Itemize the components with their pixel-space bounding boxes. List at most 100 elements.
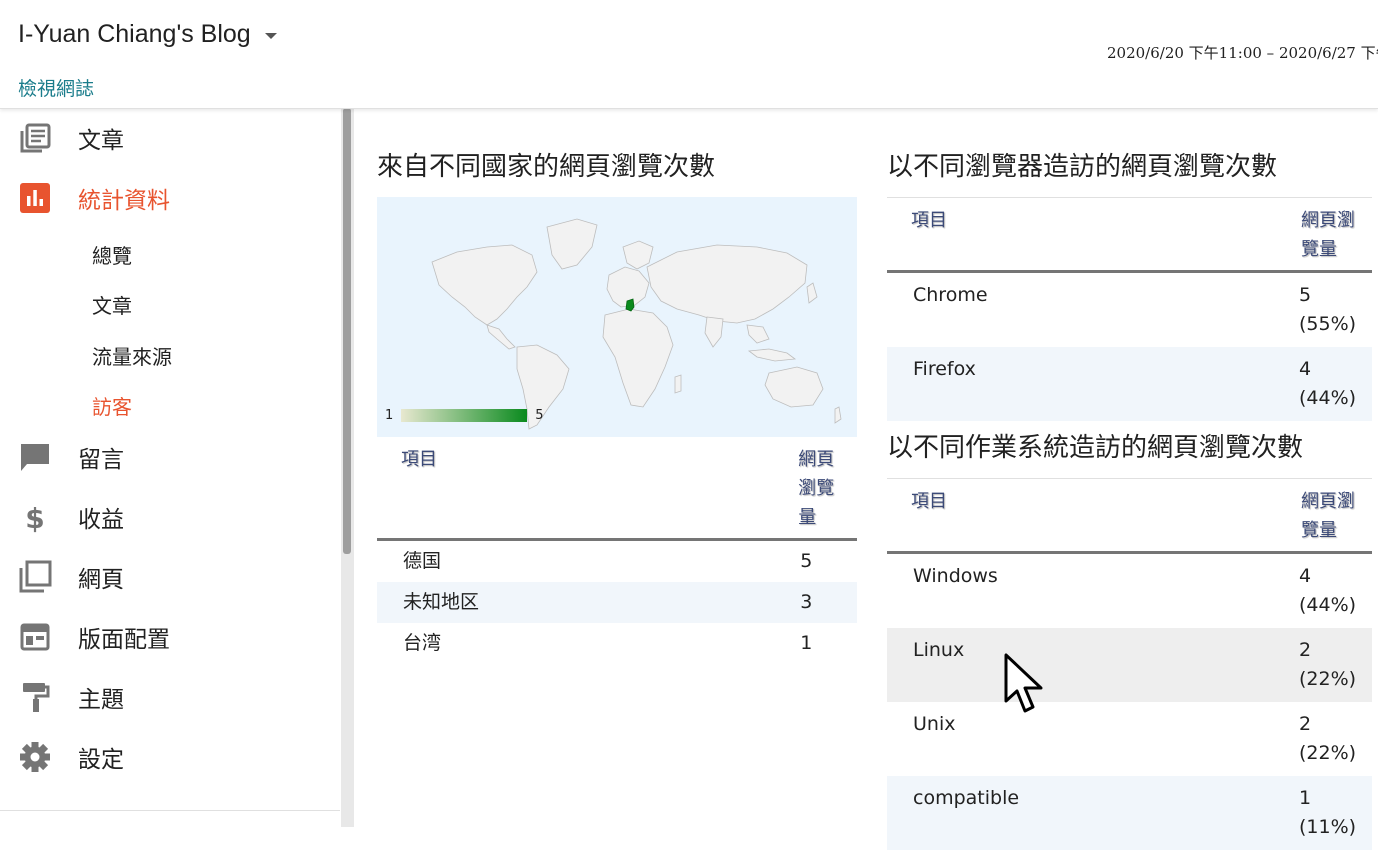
- sidebar-item-label: 留言: [78, 447, 124, 473]
- blog-selector[interactable]: I-Yuan Chiang's Blog: [18, 20, 277, 49]
- sidebar-subitem-traffic-sources[interactable]: 流量來源: [92, 341, 172, 370]
- row-views-count: 2: [1299, 639, 1312, 661]
- column-header-item[interactable]: 項目: [887, 198, 1277, 272]
- row-views-percent: (22%): [1299, 668, 1357, 690]
- sidebar-item-label: 收益: [78, 507, 124, 533]
- row-item: Windows: [913, 565, 998, 587]
- column-header-item[interactable]: 項目: [887, 479, 1277, 553]
- caret-down-icon: [264, 32, 277, 39]
- sidebar-subitem-audience[interactable]: 訪客: [92, 391, 132, 420]
- row-views-percent: (22%): [1299, 742, 1357, 764]
- posts-icon: [18, 121, 52, 155]
- row-views: 1 (11%): [1277, 776, 1372, 850]
- countries-title: 來自不同國家的網頁瀏覽次數: [377, 152, 716, 182]
- countries-table: 項目 網頁瀏覽量 德国 5 未知地区 3 台湾 1: [377, 437, 857, 664]
- row-item: 未知地区: [403, 591, 480, 613]
- top-header: I-Yuan Chiang's Blog 檢視網誌 2020/6/20 下午11…: [0, 0, 1378, 109]
- table-row: 台湾 1: [377, 623, 857, 664]
- row-item: 台湾: [403, 632, 442, 654]
- sidebar-item-layout[interactable]: 版面配置: [0, 609, 340, 665]
- row-item: compatible: [913, 787, 1020, 809]
- sidebar-subitem-posts[interactable]: 文章: [92, 290, 132, 319]
- table-row: 德国 5: [377, 540, 857, 583]
- column-header-views-label: 網頁瀏覽量: [798, 449, 835, 528]
- sidebar-scrollbar-thumb[interactable]: [343, 108, 351, 554]
- sidebar-item-stats[interactable]: 統計資料: [0, 170, 340, 226]
- row-views-count: 4: [1299, 565, 1312, 587]
- row-views: 5 (55%): [1277, 272, 1372, 348]
- row-views-percent: (44%): [1299, 594, 1357, 616]
- world-map-graphic: [431, 218, 842, 430]
- table-row: Unix 2 (22%): [887, 702, 1372, 776]
- sidebar: 文章 統計資料 總覽 文章 流量來源 訪客 留言 $ 收益 網頁 版面配置 主題…: [0, 108, 342, 827]
- dollar-icon: $: [18, 500, 52, 534]
- table-row: Windows 4 (44%): [887, 553, 1372, 629]
- sidebar-item-theme[interactable]: 主題: [0, 669, 340, 725]
- row-views: 4 (44%): [1277, 553, 1372, 629]
- sidebar-subitem-overview[interactable]: 總覽: [92, 240, 132, 269]
- row-item: Unix: [913, 713, 956, 735]
- table-header-row: 項目 網頁瀏覽量: [377, 437, 857, 540]
- main-content: 來自不同國家的網頁瀏覽次數 1 5 項目 網頁瀏覽量 德国 5 未知地区 3 台…: [355, 110, 1378, 850]
- row-views-count: 4: [1299, 358, 1312, 380]
- row-item: Firefox: [913, 358, 976, 380]
- world-map[interactable]: 1 5: [377, 197, 857, 437]
- browsers-title: 以不同瀏覽器造訪的網頁瀏覽次數: [887, 152, 1278, 182]
- column-header-item[interactable]: 項目: [377, 437, 774, 540]
- row-views-count: 1: [1299, 787, 1312, 809]
- blog-title: I-Yuan Chiang's Blog: [18, 20, 251, 48]
- legend-gradient: [401, 409, 528, 422]
- row-item: Chrome: [913, 284, 988, 306]
- stats-icon: [18, 181, 52, 215]
- os-title: 以不同作業系統造訪的網頁瀏覽次數: [887, 433, 1304, 463]
- legend-min: 1: [385, 408, 394, 423]
- view-blog-link[interactable]: 檢視網誌: [18, 74, 94, 101]
- sidebar-item-label: 主題: [78, 687, 124, 713]
- paint-roller-icon: [18, 680, 52, 714]
- germany-highlight: [625, 298, 635, 312]
- divider: [0, 810, 340, 811]
- map-legend: 1 5: [385, 408, 544, 423]
- sidebar-item-settings[interactable]: 設定: [0, 729, 340, 785]
- os-table: 項目 網頁瀏覽量 Windows 4 (44%) Linux 2 (22%) Uni…: [887, 478, 1372, 850]
- table-row: Chrome 5 (55%): [887, 272, 1372, 348]
- browsers-table: 項目 網頁瀏覽量 Chrome 5 (55%) Firefox 4 (44%): [887, 197, 1372, 421]
- row-views: 2 (22%): [1277, 702, 1372, 776]
- sidebar-item-earnings[interactable]: $ 收益: [0, 489, 340, 545]
- row-views: 2 (22%): [1277, 628, 1372, 702]
- sidebar-item-pages[interactable]: 網頁: [0, 549, 340, 605]
- date-range[interactable]: 2020/6/20 下午11:00 – 2020/6/27 下午: [1107, 42, 1378, 63]
- row-views-count: 2: [1299, 713, 1312, 735]
- sidebar-item-label: 文章: [78, 128, 124, 154]
- sidebar-item-posts[interactable]: 文章: [0, 110, 340, 166]
- svg-text:$: $: [25, 502, 44, 533]
- row-views-percent: (11%): [1299, 816, 1357, 838]
- sidebar-item-label: 版面配置: [78, 627, 170, 653]
- row-views: 3: [800, 591, 813, 613]
- column-header-views[interactable]: 網頁瀏覽量: [774, 437, 857, 540]
- row-views: 5: [800, 550, 813, 572]
- column-header-views-label: 網頁瀏覽量: [1301, 491, 1355, 541]
- legend-max: 5: [535, 408, 544, 423]
- table-row: Linux 2 (22%): [887, 628, 1372, 702]
- row-views-percent: (44%): [1299, 387, 1357, 409]
- sidebar-item-comments[interactable]: 留言: [0, 429, 340, 485]
- column-header-views[interactable]: 網頁瀏覽量: [1277, 198, 1372, 272]
- row-views: 1: [800, 632, 813, 654]
- column-header-views-label: 網頁瀏覽量: [1301, 210, 1355, 260]
- table-row: Firefox 4 (44%): [887, 347, 1372, 421]
- comment-icon: [18, 440, 52, 474]
- table-header-row: 項目 網頁瀏覽量: [887, 198, 1372, 272]
- row-views-count: 5: [1299, 284, 1312, 306]
- table-header-row: 項目 網頁瀏覽量: [887, 479, 1372, 553]
- table-row: compatible 1 (11%): [887, 776, 1372, 850]
- gear-icon: [18, 740, 52, 774]
- mouse-pointer-icon: [1004, 653, 1043, 713]
- sidebar-item-label: 網頁: [78, 567, 124, 593]
- column-header-views[interactable]: 網頁瀏覽量: [1277, 479, 1372, 553]
- row-views: 4 (44%): [1277, 347, 1372, 421]
- pages-icon: [18, 560, 52, 594]
- row-views-percent: (55%): [1299, 313, 1357, 335]
- row-item: Linux: [913, 639, 965, 661]
- sidebar-item-label: 設定: [78, 747, 124, 773]
